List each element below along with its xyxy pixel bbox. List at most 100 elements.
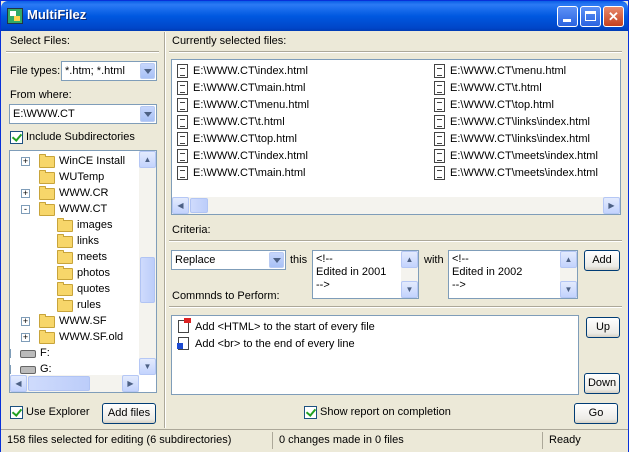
files-horizontal-thumb[interactable] [190,198,208,213]
tree-item-label: photos [77,267,111,279]
scroll-down-icon[interactable]: ▼ [139,358,156,375]
folder-icon [57,298,73,312]
find-text-scrollbar[interactable]: ▲ ▼ [401,251,418,298]
folder-icon [39,202,55,216]
selected-files-list[interactable]: E:\WWW.CT\index.html E:\WWW.CT\main.html E… [171,59,621,215]
show-report-label: Show report on completion [320,406,451,418]
file-path: E:\WWW.CT\top.html [450,99,554,111]
folder-icon [57,218,73,232]
minimize-icon [563,19,571,22]
tree-horizontal-scrollbar[interactable]: ◀ ▶ [10,375,139,392]
scroll-up-icon[interactable]: ▲ [560,251,577,268]
go-button[interactable]: Go [574,403,618,424]
tree-item-label: quotes [77,283,111,295]
chevron-down-icon[interactable] [269,252,284,268]
file-path: E:\WWW.CT\main.html [193,167,306,179]
expand-icon[interactable]: + [21,317,30,326]
expand-icon[interactable]: + [21,157,30,166]
move-down-button[interactable]: Down [584,373,620,394]
replace-text-scrollbar[interactable]: ▲ ▼ [560,251,577,298]
tree-item-label: links [77,235,100,247]
files-divider [169,51,622,53]
tree-item-label: WinCE Install [59,155,126,167]
action-value: Replace [175,254,216,266]
add-files-button[interactable]: Add files [102,403,156,424]
tree-horizontal-thumb[interactable] [28,376,90,391]
tree-item-label: G: [40,363,52,375]
file-path: E:\WWW.CT\t.html [193,116,285,128]
folder-icon [39,186,55,200]
collapse-icon[interactable]: - [21,205,30,214]
tree-item-label: rules [77,299,101,311]
tree-vertical-scrollbar[interactable]: ▲ ▼ [139,151,156,375]
folder-icon [57,250,73,264]
status-state-text: Ready [549,434,581,446]
status-state-cell: Ready [543,432,628,449]
chevron-down-icon[interactable] [140,106,155,122]
folder-icon [39,154,55,168]
status-changes-text: 0 changes made in 0 files [279,434,404,446]
maximize-button[interactable] [580,6,601,27]
commands-list[interactable]: Add <HTML> to the start of every file Add… [171,315,579,395]
replace-text-value: <!-- Edited in 2002 --> [452,253,523,291]
vertical-divider [164,32,166,428]
folder-icon [57,282,73,296]
document-icon [177,115,188,129]
scroll-down-icon[interactable]: ▼ [401,281,418,298]
close-button[interactable]: ✕ [603,6,624,27]
tree-item-label: WWW.CT [59,203,108,215]
scroll-right-icon[interactable]: ▶ [122,375,139,392]
file-path: E:\WWW.CT\index.html [193,65,308,77]
commands-divider [169,306,622,308]
this-label: this [290,254,308,266]
document-icon [177,166,188,180]
drive-icon [20,366,36,374]
scroll-left-icon[interactable]: ◀ [172,197,189,214]
insert-end-icon [177,337,189,350]
folder-icon [39,314,55,328]
window-title: MultiFilez [27,7,87,22]
file-path: E:\WWW.CT\links\index.html [450,133,590,145]
status-changes-cell: 0 changes made in 0 files [273,432,543,449]
left-divider [6,51,159,53]
file-path: E:\WWW.CT\menu.html [450,65,567,77]
files-horizontal-scrollbar[interactable]: ◀ ▶ [172,197,620,214]
document-icon [434,166,445,180]
scroll-up-icon[interactable]: ▲ [139,151,156,168]
find-text-input[interactable]: <!-- Edited in 2001 --> ▲ ▼ [312,250,419,299]
file-types-combo[interactable]: *.htm; *.html [61,61,157,81]
tree-item-label: images [77,219,113,231]
use-explorer-checkbox[interactable] [10,406,23,419]
document-icon [177,132,188,146]
scroll-left-icon[interactable]: ◀ [10,375,27,392]
scroll-right-icon[interactable]: ▶ [603,197,620,214]
expand-icon[interactable]: + [10,349,11,358]
expand-icon[interactable]: + [21,189,30,198]
file-path: E:\WWW.CT\index.html [193,150,308,162]
find-text-value: <!-- Edited in 2001 --> [316,253,387,291]
status-selected-text: 158 files selected for editing (6 subdir… [7,434,232,446]
scroll-down-icon[interactable]: ▼ [560,281,577,298]
chevron-down-icon[interactable] [140,63,155,79]
file-path: E:\WWW.CT\meets\index.html [450,167,598,179]
file-path: E:\WWW.CT\main.html [193,82,306,94]
action-combo[interactable]: Replace [171,250,286,270]
show-report-checkbox[interactable] [304,406,317,419]
title-bar[interactable]: MultiFilez ✕ [1,1,628,31]
include-subdirectories-checkbox[interactable] [10,131,23,144]
replace-text-input[interactable]: <!-- Edited in 2002 --> ▲ ▼ [448,250,578,299]
expand-icon[interactable]: + [21,333,30,342]
scroll-up-icon[interactable]: ▲ [401,251,418,268]
move-up-button[interactable]: Up [586,317,620,338]
file-path: E:\WWW.CT\meets\index.html [450,150,598,162]
add-criteria-button[interactable]: Add [584,250,620,271]
expand-icon[interactable]: + [10,365,11,374]
folder-tree[interactable]: + WinCE Install WUTemp + WWW.CR - WWW.CT images… [9,150,157,393]
tree-vertical-thumb[interactable] [140,257,155,303]
document-icon [177,149,188,163]
close-icon: ✕ [608,9,619,24]
minimize-button[interactable] [557,6,578,27]
commands-label: Commnds to Perform: [172,290,280,302]
document-icon [434,64,445,78]
from-where-combo[interactable]: E:\WWW.CT [9,104,157,124]
